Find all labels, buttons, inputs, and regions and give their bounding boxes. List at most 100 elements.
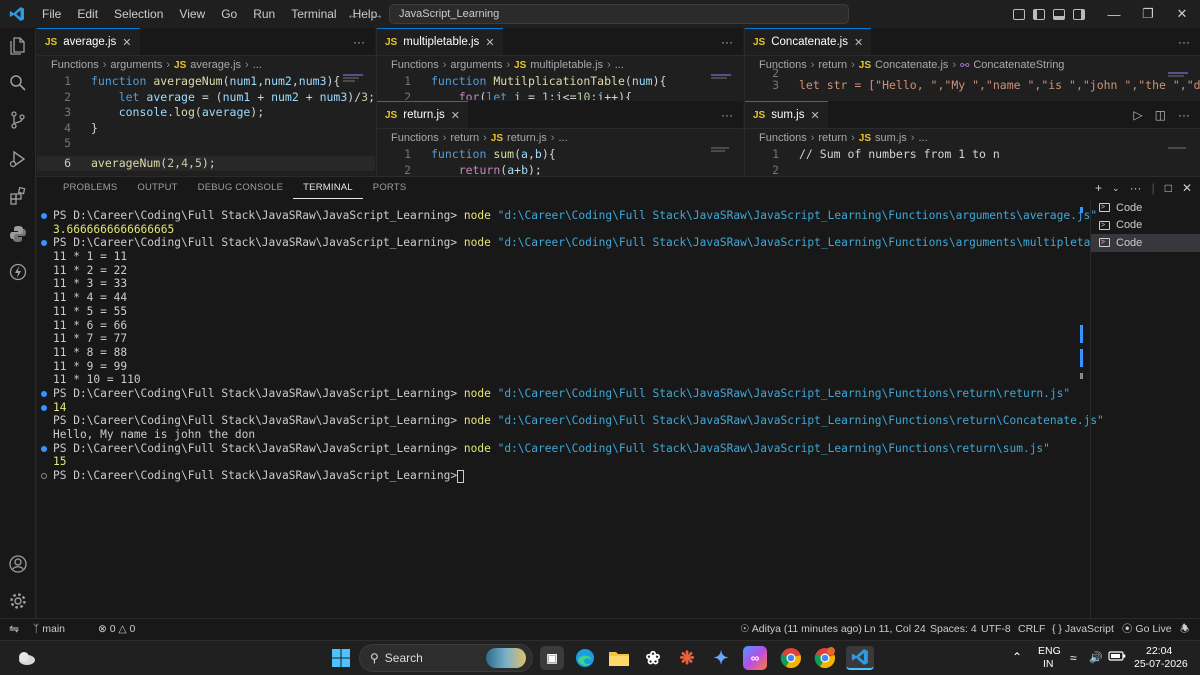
tab-average-js[interactable]: JS average.js ✕ xyxy=(37,28,140,55)
code-editor[interactable]: 1 function sum(a,b){ 2 return(a+b); xyxy=(377,147,743,175)
tab-terminal[interactable]: TERMINAL xyxy=(293,178,363,199)
show-hidden-icons-icon[interactable]: ⌃ xyxy=(1012,650,1022,664)
account-icon[interactable] xyxy=(0,550,36,578)
minimap[interactable] xyxy=(711,147,731,153)
remote-icon[interactable]: ⇋ xyxy=(9,619,19,640)
run-debug-icon[interactable] xyxy=(0,145,36,173)
breadcrumb-item[interactable]: arguments xyxy=(110,59,162,71)
terminal-instance[interactable]: > Code xyxy=(1091,199,1200,217)
copilot-icon[interactable]: ∞ xyxy=(743,646,767,670)
cursor-position[interactable]: Ln 11, Col 24 xyxy=(864,619,926,640)
terminal-instance-active[interactable]: > Code xyxy=(1091,234,1200,252)
code-editor[interactable]: 1 function averageNum(num1,num2,num3){ 2 … xyxy=(37,74,375,171)
command-success-dot-icon[interactable] xyxy=(41,445,47,452)
git-blame-status[interactable]: ☉ Aditya (11 minutes ago) xyxy=(740,619,862,640)
tab-debug-console[interactable]: DEBUG CONSOLE xyxy=(188,178,293,198)
command-success-dot-icon[interactable] xyxy=(41,213,47,219)
breadcrumb-item[interactable]: average.js xyxy=(190,59,241,71)
wifi-icon[interactable]: ≈ xyxy=(1070,651,1077,665)
code-editor[interactable]: 1 function MutilplicationTable(num){ 2 fo… xyxy=(377,74,743,100)
close-tab-icon[interactable]: ✕ xyxy=(122,36,131,49)
close-tab-icon[interactable]: ✕ xyxy=(451,109,460,122)
language-indicator[interactable]: ENG xyxy=(1038,645,1061,657)
breadcrumb-item[interactable]: multipletable.js xyxy=(530,59,603,71)
close-tab-icon[interactable]: ✕ xyxy=(810,109,819,122)
tab-sum-js[interactable]: JS sum.js ✕ xyxy=(745,101,828,128)
breadcrumb-item[interactable]: ... xyxy=(918,132,927,144)
breadcrumb-item[interactable]: sum.js xyxy=(875,132,907,144)
toggle-secondary-sidebar-icon[interactable] xyxy=(1073,8,1085,20)
run-code-icon[interactable]: ▷ xyxy=(1133,108,1142,122)
minimize-icon[interactable]: — xyxy=(1097,7,1131,22)
chrome-icon[interactable] xyxy=(779,646,803,670)
menu-selection[interactable]: Selection xyxy=(106,0,171,28)
task-view-icon[interactable]: ▣ xyxy=(540,646,564,670)
vscode-taskbar-icon[interactable] xyxy=(846,646,874,670)
breadcrumb-item[interactable]: return xyxy=(818,132,847,144)
language-mode[interactable]: { } JavaScript xyxy=(1052,619,1114,640)
code-editor[interactable]: 2 3 let str = ["Hello, ","My ","name ","i… xyxy=(745,68,1200,94)
python-icon[interactable] xyxy=(0,220,36,248)
chatgpt-icon[interactable]: ❀ xyxy=(641,646,665,670)
gemini-icon[interactable]: ✦ xyxy=(709,646,733,670)
command-success-dot-icon[interactable] xyxy=(41,240,47,247)
terminal-instance[interactable]: > Code xyxy=(1091,217,1200,235)
restore-icon[interactable]: ❐ xyxy=(1131,6,1165,22)
edge-browser-icon[interactable] xyxy=(573,646,597,670)
clock-date[interactable]: 25-07-2026 xyxy=(1134,658,1188,670)
menu-run[interactable]: Run xyxy=(245,0,283,28)
eol-status[interactable]: CRLF xyxy=(1018,619,1045,640)
menu-go[interactable]: Go xyxy=(213,0,245,28)
file-explorer-icon[interactable] xyxy=(607,646,631,670)
breadcrumb-item[interactable]: ... xyxy=(558,132,567,144)
split-editor-icon[interactable]: ◫ xyxy=(1155,108,1166,122)
menu-edit[interactable]: Edit xyxy=(69,0,106,28)
menu-file[interactable]: File xyxy=(34,0,69,28)
source-control-icon[interactable] xyxy=(0,106,36,134)
terminal-dropdown-icon[interactable]: ⌄ xyxy=(1112,183,1120,194)
more-actions-icon[interactable]: ··· xyxy=(721,35,733,49)
breadcrumb-item[interactable]: Functions xyxy=(51,59,99,71)
tab-problems[interactable]: PROBLEMS xyxy=(53,178,127,198)
more-actions-icon[interactable]: ··· xyxy=(353,35,365,49)
breadcrumb-item[interactable]: ... xyxy=(615,59,624,71)
customize-layout-icon[interactable] xyxy=(1013,8,1025,20)
menu-view[interactable]: View xyxy=(171,0,213,28)
command-success-dot-icon[interactable] xyxy=(41,404,47,411)
minimap[interactable] xyxy=(1168,72,1188,78)
branch-status[interactable]: ᛉ main xyxy=(33,619,65,640)
close-panel-icon[interactable]: ✕ xyxy=(1182,181,1192,195)
maximize-panel-icon[interactable]: □ xyxy=(1165,181,1172,195)
back-arrow-icon[interactable]: ← xyxy=(346,6,360,22)
breadcrumb-item[interactable]: Functions xyxy=(391,59,439,71)
close-window-icon[interactable]: ✕ xyxy=(1165,6,1199,22)
toggle-panel-icon[interactable] xyxy=(1053,8,1065,20)
breadcrumb-item[interactable]: return.js xyxy=(507,132,547,144)
tab-multipletable-js[interactable]: JS multipletable.js ✕ xyxy=(377,28,503,55)
breadcrumb-item[interactable]: arguments xyxy=(450,59,502,71)
breadcrumb-item[interactable]: ... xyxy=(253,59,262,71)
menu-terminal[interactable]: Terminal xyxy=(283,0,344,28)
extensions-icon[interactable] xyxy=(0,182,36,210)
explorer-icon[interactable] xyxy=(0,32,36,60)
notifications-bell-icon[interactable]: 🕭 xyxy=(1180,619,1189,640)
more-actions-icon[interactable]: ··· xyxy=(1130,181,1142,195)
encoding-status[interactable]: UTF-8 xyxy=(981,619,1011,640)
breadcrumb-item[interactable]: Functions xyxy=(391,132,439,144)
windows-start-icon[interactable] xyxy=(329,646,353,670)
more-actions-icon[interactable]: ··· xyxy=(1178,35,1190,49)
go-live-button[interactable]: ⦿ Go Live xyxy=(1122,619,1172,640)
weather-widget-icon[interactable] xyxy=(14,646,38,670)
tab-return-js[interactable]: JS return.js ✕ xyxy=(377,101,468,128)
close-tab-icon[interactable]: ✕ xyxy=(485,36,494,49)
more-actions-icon[interactable]: ··· xyxy=(721,108,733,122)
terminal-prompt-line[interactable]: PS D:\Career\Coding\Full Stack\JavaSRaw\… xyxy=(37,469,1085,483)
tab-output[interactable]: OUTPUT xyxy=(127,178,187,198)
settings-gear-icon[interactable] xyxy=(0,587,36,615)
forward-arrow-icon[interactable]: → xyxy=(370,6,384,22)
tab-concatenate-js[interactable]: JS Concatenate.js ✕ xyxy=(745,28,872,55)
breadcrumb-item[interactable]: return xyxy=(450,132,479,144)
indentation-status[interactable]: Spaces: 4 xyxy=(930,619,977,640)
volume-icon[interactable]: 🔊 xyxy=(1089,651,1103,664)
tab-ports[interactable]: PORTS xyxy=(363,178,417,198)
